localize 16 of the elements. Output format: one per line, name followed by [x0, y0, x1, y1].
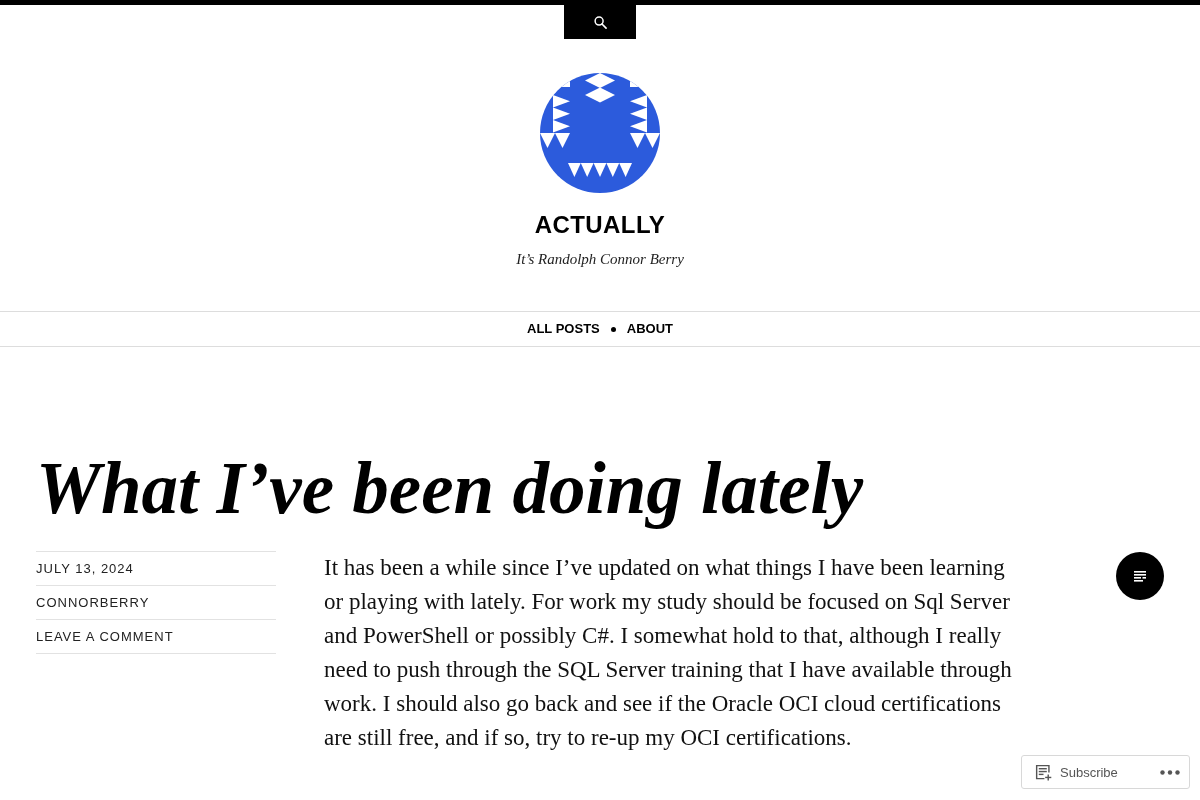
site-tagline: It’s Randolph Connor Berry: [516, 250, 684, 269]
document-plus-icon: [1035, 763, 1052, 781]
search-button[interactable]: [564, 5, 636, 39]
more-icon[interactable]: [1160, 769, 1180, 775]
nav-link[interactable]: ALL POSTS: [527, 319, 600, 339]
post-meta-link[interactable]: CONNORBERRY: [36, 593, 150, 612]
search-icon: [593, 15, 607, 29]
post-meta-link[interactable]: LEAVE A COMMENT: [36, 627, 174, 646]
post-title: What I’ve been doing lately: [36, 447, 865, 531]
post-meta-link[interactable]: JULY 13, 2024: [36, 559, 134, 578]
site-title[interactable]: ACTUALLY: [534, 210, 666, 240]
text-lines-icon[interactable]: [1116, 552, 1164, 600]
post-paragraph: It has been a while since I’ve updated on what things I have been learning or playing with lately. For work my study should be focused on Sql Server and PowerShell or possibly C#. I somewhat hold to that, although I really need to push through the SQL Server training that I have available through work. I should also go back and see if the Oracle OCI cloud certifications are still free, and if so, try to re-up my OCI certifications.: [324, 554, 1013, 752]
bullet-separator-icon: [610, 326, 616, 332]
nav-link[interactable]: ABOUT: [626, 319, 673, 339]
subscribe-button[interactable]: Subscribe: [1035, 763, 1118, 781]
